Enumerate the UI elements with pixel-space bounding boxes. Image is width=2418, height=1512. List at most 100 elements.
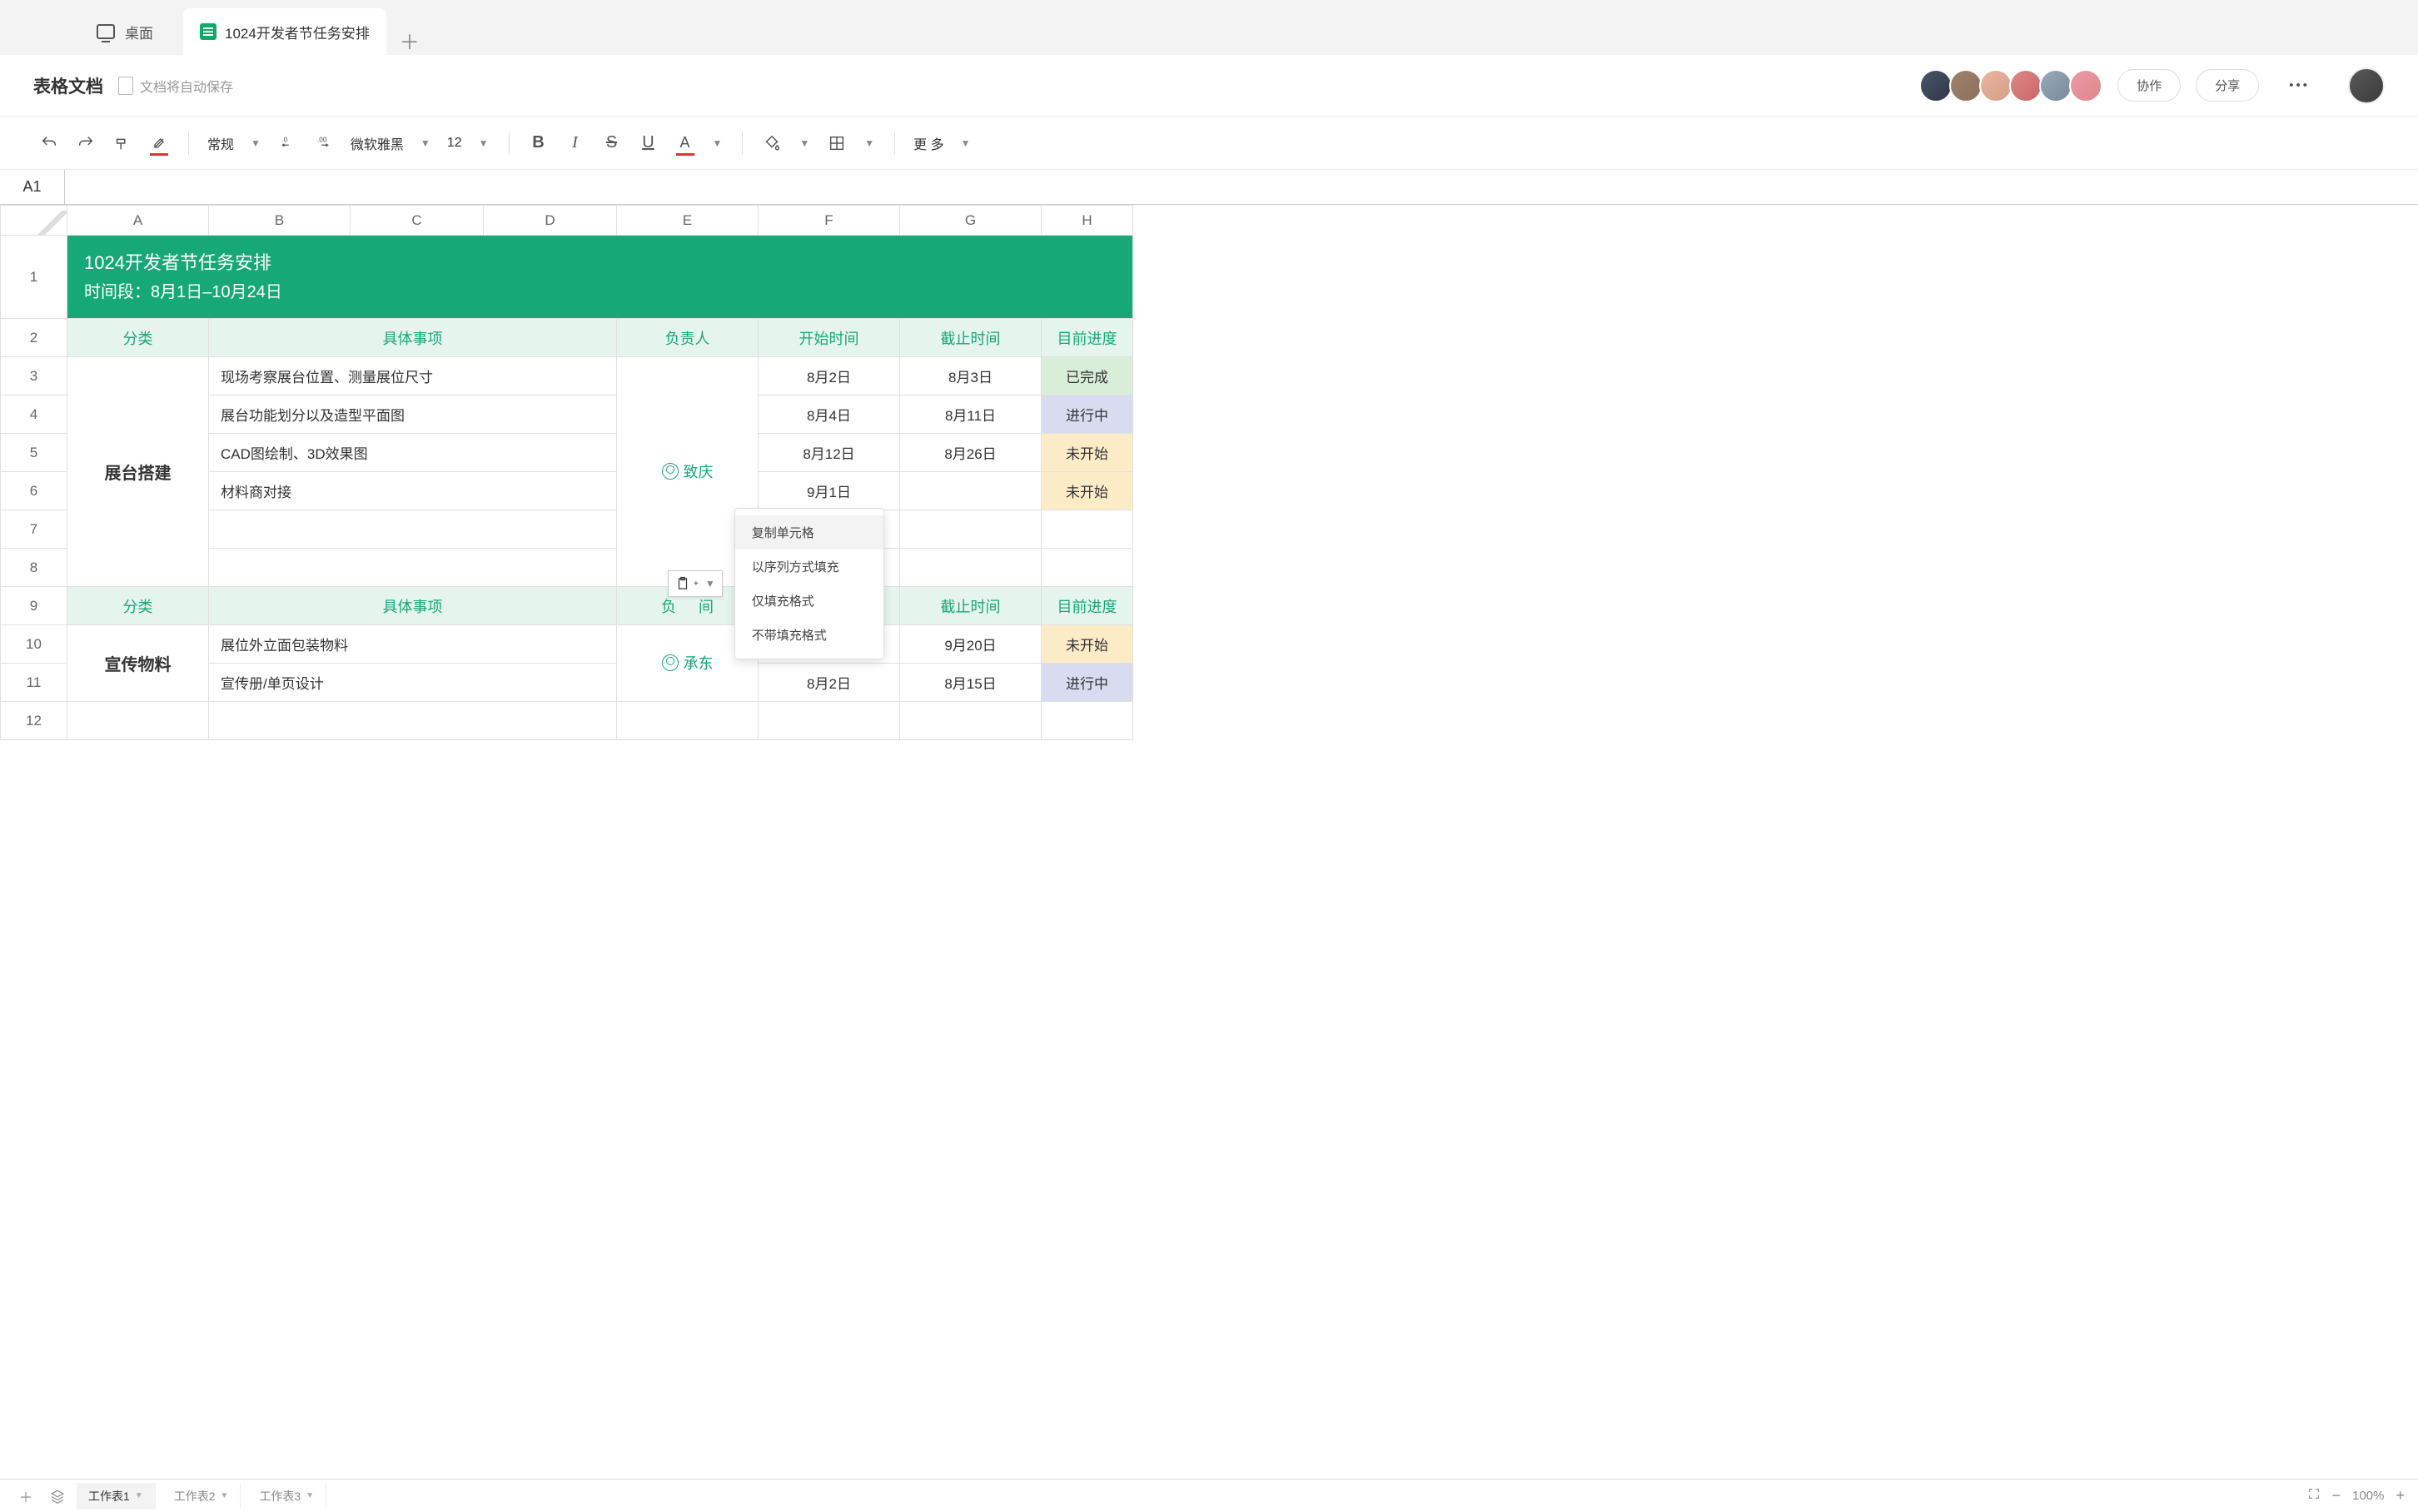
cell[interactable]: 分类 [67, 587, 209, 625]
paste-options-button[interactable]: + ▼ [668, 570, 723, 597]
row-header[interactable]: 6 [1, 472, 67, 510]
select-all-corner[interactable] [1, 206, 67, 236]
sheet-tab[interactable]: 工作表1▼ [77, 1483, 156, 1510]
chevron-down-icon[interactable]: ▼ [414, 137, 437, 149]
cell[interactable]: 已完成 [1042, 357, 1133, 395]
cell[interactable] [1042, 702, 1133, 740]
cell[interactable]: 8月4日 [759, 395, 900, 434]
avatar[interactable] [2069, 69, 2102, 102]
col-header[interactable]: B [209, 206, 351, 236]
cell[interactable] [209, 702, 617, 740]
font-family-select[interactable]: 微软雅黑 [346, 133, 409, 153]
bold-button[interactable]: B [523, 127, 555, 159]
number-format-select[interactable]: 常规 [202, 133, 239, 153]
row-header[interactable]: 5 [1, 434, 67, 472]
cell-reference[interactable]: A1 [0, 170, 65, 204]
share-button[interactable]: 分享 [2196, 69, 2259, 102]
sheet-tab[interactable]: 工作表2▼ [162, 1483, 241, 1510]
chevron-down-icon[interactable]: ▼ [706, 137, 729, 149]
col-header[interactable]: D [484, 206, 617, 236]
cell[interactable]: 宣传册/单页设计 [209, 664, 617, 702]
cell[interactable] [900, 510, 1042, 549]
cell[interactable]: 宣传物料 [67, 625, 209, 702]
collaborator-avatars[interactable] [1923, 69, 2102, 102]
format-painter-button[interactable] [107, 127, 138, 159]
add-sheet-button[interactable]: ＋ [13, 1484, 38, 1509]
desktop-tab[interactable]: 桌面 [67, 8, 183, 55]
cell[interactable]: 9月1日 [759, 472, 900, 510]
cell[interactable] [900, 549, 1042, 587]
zoom-in-button[interactable]: + [2396, 1487, 2405, 1505]
clear-format-button[interactable] [143, 127, 175, 159]
chevron-down-icon[interactable]: ▼ [954, 137, 978, 149]
cell[interactable]: 展台功能划分以及造型平面图 [209, 395, 617, 434]
document-tab[interactable]: 1024开发者节任务安排 [183, 8, 386, 55]
paste-option-copy-cells[interactable]: 复制单元格 [735, 515, 883, 550]
chevron-down-icon[interactable]: ▼ [793, 137, 816, 149]
cell[interactable]: 负责人 [617, 319, 759, 357]
more-tools-button[interactable]: 更 多 [908, 133, 948, 153]
row-header[interactable]: 2 [1, 319, 67, 357]
cell[interactable] [1042, 510, 1133, 549]
col-header[interactable]: C [351, 206, 484, 236]
cell[interactable]: 现场考察展台位置、测量展位尺寸 [209, 357, 617, 395]
avatar[interactable] [2039, 69, 2072, 102]
chevron-down-icon[interactable]: ▼ [221, 1491, 229, 1500]
borders-button[interactable] [821, 127, 853, 159]
increase-decimal-button[interactable]: .00 [309, 127, 341, 159]
row-header[interactable]: 12 [1, 702, 67, 740]
cell[interactable]: 8月12日 [759, 434, 900, 472]
fill-color-button[interactable] [756, 127, 788, 159]
decrease-decimal-button[interactable]: .0 [272, 127, 304, 159]
row-header[interactable]: 11 [1, 664, 67, 702]
strikethrough-button[interactable]: S [596, 127, 628, 159]
paste-option-fill-format-only[interactable]: 仅填充格式 [735, 584, 883, 618]
cell[interactable]: 具体事项 [209, 587, 617, 625]
row-header[interactable]: 1 [1, 236, 67, 319]
redo-button[interactable] [70, 127, 102, 159]
col-header[interactable]: G [900, 206, 1042, 236]
cell[interactable]: 具体事项 [209, 319, 617, 357]
cell[interactable] [617, 702, 759, 740]
avatar[interactable] [2009, 69, 2042, 102]
col-header[interactable]: H [1042, 206, 1133, 236]
add-tab-button[interactable]: ＋ [386, 26, 433, 55]
underline-button[interactable]: U [633, 127, 664, 159]
user-avatar[interactable] [2348, 67, 2385, 104]
zoom-out-button[interactable]: − [2332, 1487, 2341, 1505]
cell[interactable]: 9月20日 [900, 625, 1042, 664]
cell[interactable]: 截止时间 [900, 319, 1042, 357]
cell[interactable]: 未开始 [1042, 625, 1133, 664]
cell[interactable]: 8月2日 [759, 664, 900, 702]
cell[interactable] [1042, 549, 1133, 587]
row-header[interactable]: 8 [1, 549, 67, 587]
cell[interactable] [67, 702, 209, 740]
cell[interactable]: 目前进度 [1042, 319, 1133, 357]
chevron-down-icon[interactable]: ▼ [858, 137, 881, 149]
cell[interactable]: 目前进度 [1042, 587, 1133, 625]
cell[interactable] [900, 702, 1042, 740]
cell[interactable]: 未开始 [1042, 472, 1133, 510]
cell[interactable]: 8月2日 [759, 357, 900, 395]
cell[interactable]: 材料商对接 [209, 472, 617, 510]
row-header[interactable]: 9 [1, 587, 67, 625]
paste-option-fill-without-format[interactable]: 不带填充格式 [735, 618, 883, 652]
sheet-tab[interactable]: 工作表3▼ [247, 1483, 326, 1510]
text-color-button[interactable]: A [669, 127, 701, 159]
row-header[interactable]: 10 [1, 625, 67, 664]
col-header[interactable]: E [617, 206, 759, 236]
row-header[interactable]: 3 [1, 357, 67, 395]
cell[interactable]: 8月26日 [900, 434, 1042, 472]
row-header[interactable]: 4 [1, 395, 67, 434]
collaborate-button[interactable]: 协作 [2117, 69, 2181, 102]
cell[interactable]: 截止时间 [900, 587, 1042, 625]
row-header[interactable]: 7 [1, 510, 67, 549]
cell[interactable]: 8月15日 [900, 664, 1042, 702]
cell[interactable]: 未开始 [1042, 434, 1133, 472]
cell[interactable] [759, 702, 900, 740]
chevron-down-icon[interactable]: ▼ [306, 1491, 314, 1500]
cell[interactable] [209, 549, 617, 587]
cell[interactable]: 8月3日 [900, 357, 1042, 395]
avatar[interactable] [1919, 69, 1953, 102]
italic-button[interactable]: I [560, 127, 591, 159]
